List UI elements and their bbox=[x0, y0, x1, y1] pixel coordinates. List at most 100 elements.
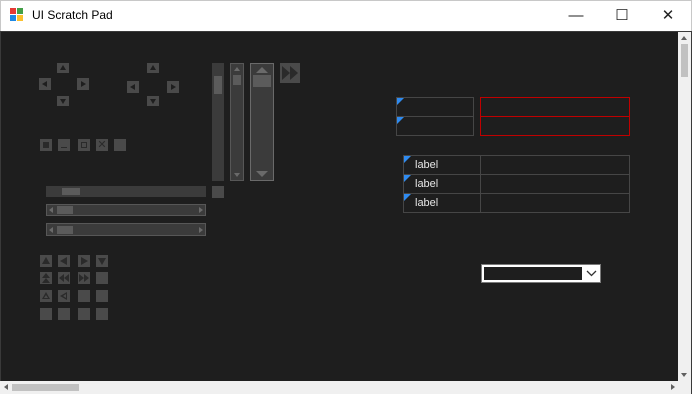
grid-row-2-header[interactable] bbox=[396, 116, 474, 136]
chevron-down-icon bbox=[586, 270, 597, 277]
vertical-scrollbar-1[interactable] bbox=[212, 63, 224, 181]
label-row-3-value[interactable] bbox=[480, 193, 630, 213]
scroll-thumb[interactable] bbox=[681, 44, 688, 77]
minimize-icon bbox=[61, 147, 67, 148]
window-vertical-scrollbar[interactable] bbox=[678, 32, 691, 381]
icon-button-outline-left[interactable] bbox=[58, 290, 70, 302]
arrow-down-button-2[interactable] bbox=[147, 96, 159, 106]
label-row-1-value[interactable] bbox=[480, 155, 630, 175]
scroll-left-icon bbox=[49, 227, 53, 233]
horizontal-scrollbar-1[interactable] bbox=[46, 186, 206, 197]
icon-button-up[interactable] bbox=[40, 255, 52, 267]
fast-forward-icon-second bbox=[290, 66, 298, 80]
scroll-thumb[interactable] bbox=[57, 206, 73, 214]
icon-button-left[interactable] bbox=[58, 255, 70, 267]
small-button-square[interactable] bbox=[40, 139, 52, 151]
small-button-maximize[interactable] bbox=[78, 139, 90, 151]
icon-button-fast-forward[interactable] bbox=[78, 272, 90, 284]
icon-button-down[interactable] bbox=[96, 255, 108, 267]
arrow-left-button[interactable] bbox=[39, 78, 51, 90]
scroll-down-icon bbox=[256, 171, 268, 177]
row-marker-icon bbox=[397, 117, 404, 124]
row-label: label bbox=[415, 159, 439, 171]
label-row-2-value[interactable] bbox=[480, 174, 630, 194]
row-marker-icon bbox=[404, 194, 411, 201]
rewind-icon-second bbox=[64, 274, 69, 282]
icon-button-blank-4[interactable] bbox=[40, 308, 52, 320]
scroll-up-icon bbox=[234, 67, 240, 71]
scroll-thumb[interactable] bbox=[214, 76, 222, 94]
maximize-icon bbox=[81, 142, 87, 148]
scroll-right-icon bbox=[199, 227, 203, 233]
triangle-up-icon bbox=[42, 257, 50, 264]
maximize-icon: ☐ bbox=[615, 7, 629, 24]
small-button-blank[interactable] bbox=[114, 139, 126, 151]
scroll-thumb[interactable] bbox=[253, 75, 271, 87]
scroll-left-icon bbox=[49, 207, 53, 213]
vertical-scrollbar-3[interactable] bbox=[250, 63, 274, 181]
double-up-icon-lower bbox=[42, 278, 50, 283]
small-button-minimize[interactable] bbox=[58, 139, 70, 151]
icon-button-blank-2[interactable] bbox=[78, 290, 90, 302]
close-icon: ✕ bbox=[661, 7, 675, 24]
arrow-down-icon bbox=[60, 99, 66, 104]
scroll-thumb[interactable] bbox=[233, 75, 241, 85]
fast-forward-icon-second bbox=[84, 274, 89, 282]
triangle-left-icon bbox=[60, 257, 67, 265]
arrow-up-button[interactable] bbox=[57, 63, 69, 73]
scrollbar-corner bbox=[679, 381, 691, 394]
arrow-right-icon bbox=[171, 84, 176, 90]
minimize-button[interactable]: — bbox=[553, 1, 599, 30]
scroll-down-icon bbox=[234, 173, 240, 177]
square-icon bbox=[43, 142, 49, 148]
icon-button-blank-5[interactable] bbox=[58, 308, 70, 320]
minimize-icon: — bbox=[568, 7, 584, 24]
icon-button-right[interactable] bbox=[78, 255, 90, 267]
scroll-thumb[interactable] bbox=[62, 188, 80, 195]
arrow-right-icon bbox=[81, 81, 86, 87]
row-label: label bbox=[415, 178, 439, 190]
next-button[interactable] bbox=[280, 63, 300, 83]
row-marker-icon bbox=[404, 156, 411, 163]
scroll-up-icon bbox=[256, 67, 268, 73]
window-horizontal-scrollbar[interactable] bbox=[0, 381, 679, 394]
grid-row-2-value[interactable] bbox=[480, 116, 630, 136]
scrollbar-corner bbox=[212, 186, 224, 198]
arrow-up-button-2[interactable] bbox=[147, 63, 159, 73]
horizontal-scrollbar-3[interactable] bbox=[46, 223, 206, 236]
dropdown-value bbox=[484, 267, 582, 280]
grid-row-1-header[interactable] bbox=[396, 97, 474, 117]
icon-button-double-up[interactable] bbox=[40, 272, 52, 284]
scroll-thumb[interactable] bbox=[57, 226, 73, 234]
arrow-down-button[interactable] bbox=[57, 96, 69, 106]
scroll-down-icon bbox=[681, 373, 687, 377]
scroll-thumb[interactable] bbox=[12, 384, 79, 391]
arrow-left-icon bbox=[42, 81, 47, 87]
grid-row-1-value[interactable] bbox=[480, 97, 630, 117]
small-button-close[interactable]: ✕ bbox=[96, 139, 108, 151]
icon-button-blank-1[interactable] bbox=[96, 272, 108, 284]
label-row-1-header[interactable]: label bbox=[403, 155, 481, 175]
outline-triangle-up-inner bbox=[44, 295, 48, 298]
horizontal-scrollbar-2[interactable] bbox=[46, 204, 206, 216]
icon-button-blank-3[interactable] bbox=[96, 290, 108, 302]
icon-button-outline-up[interactable] bbox=[40, 290, 52, 302]
icon-button-rewind[interactable] bbox=[58, 272, 70, 284]
arrow-right-button-2[interactable] bbox=[167, 81, 179, 93]
arrow-right-button[interactable] bbox=[77, 78, 89, 90]
maximize-button[interactable]: ☐ bbox=[599, 1, 645, 30]
close-button[interactable]: ✕ bbox=[645, 1, 691, 30]
row-marker-icon bbox=[397, 98, 404, 105]
icon-button-blank-7[interactable] bbox=[96, 308, 108, 320]
dropdown[interactable] bbox=[481, 264, 601, 283]
arrow-up-icon bbox=[60, 65, 66, 70]
label-row-3-header[interactable]: label bbox=[403, 193, 481, 213]
vertical-scrollbar-2[interactable] bbox=[230, 63, 244, 181]
scroll-right-icon bbox=[199, 207, 203, 213]
triangle-right-icon bbox=[81, 257, 88, 265]
arrow-left-button-2[interactable] bbox=[127, 81, 139, 93]
label-row-2-header[interactable]: label bbox=[403, 174, 481, 194]
icon-button-blank-6[interactable] bbox=[78, 308, 90, 320]
window-title: UI Scratch Pad bbox=[32, 8, 113, 22]
scroll-up-icon bbox=[681, 36, 687, 40]
